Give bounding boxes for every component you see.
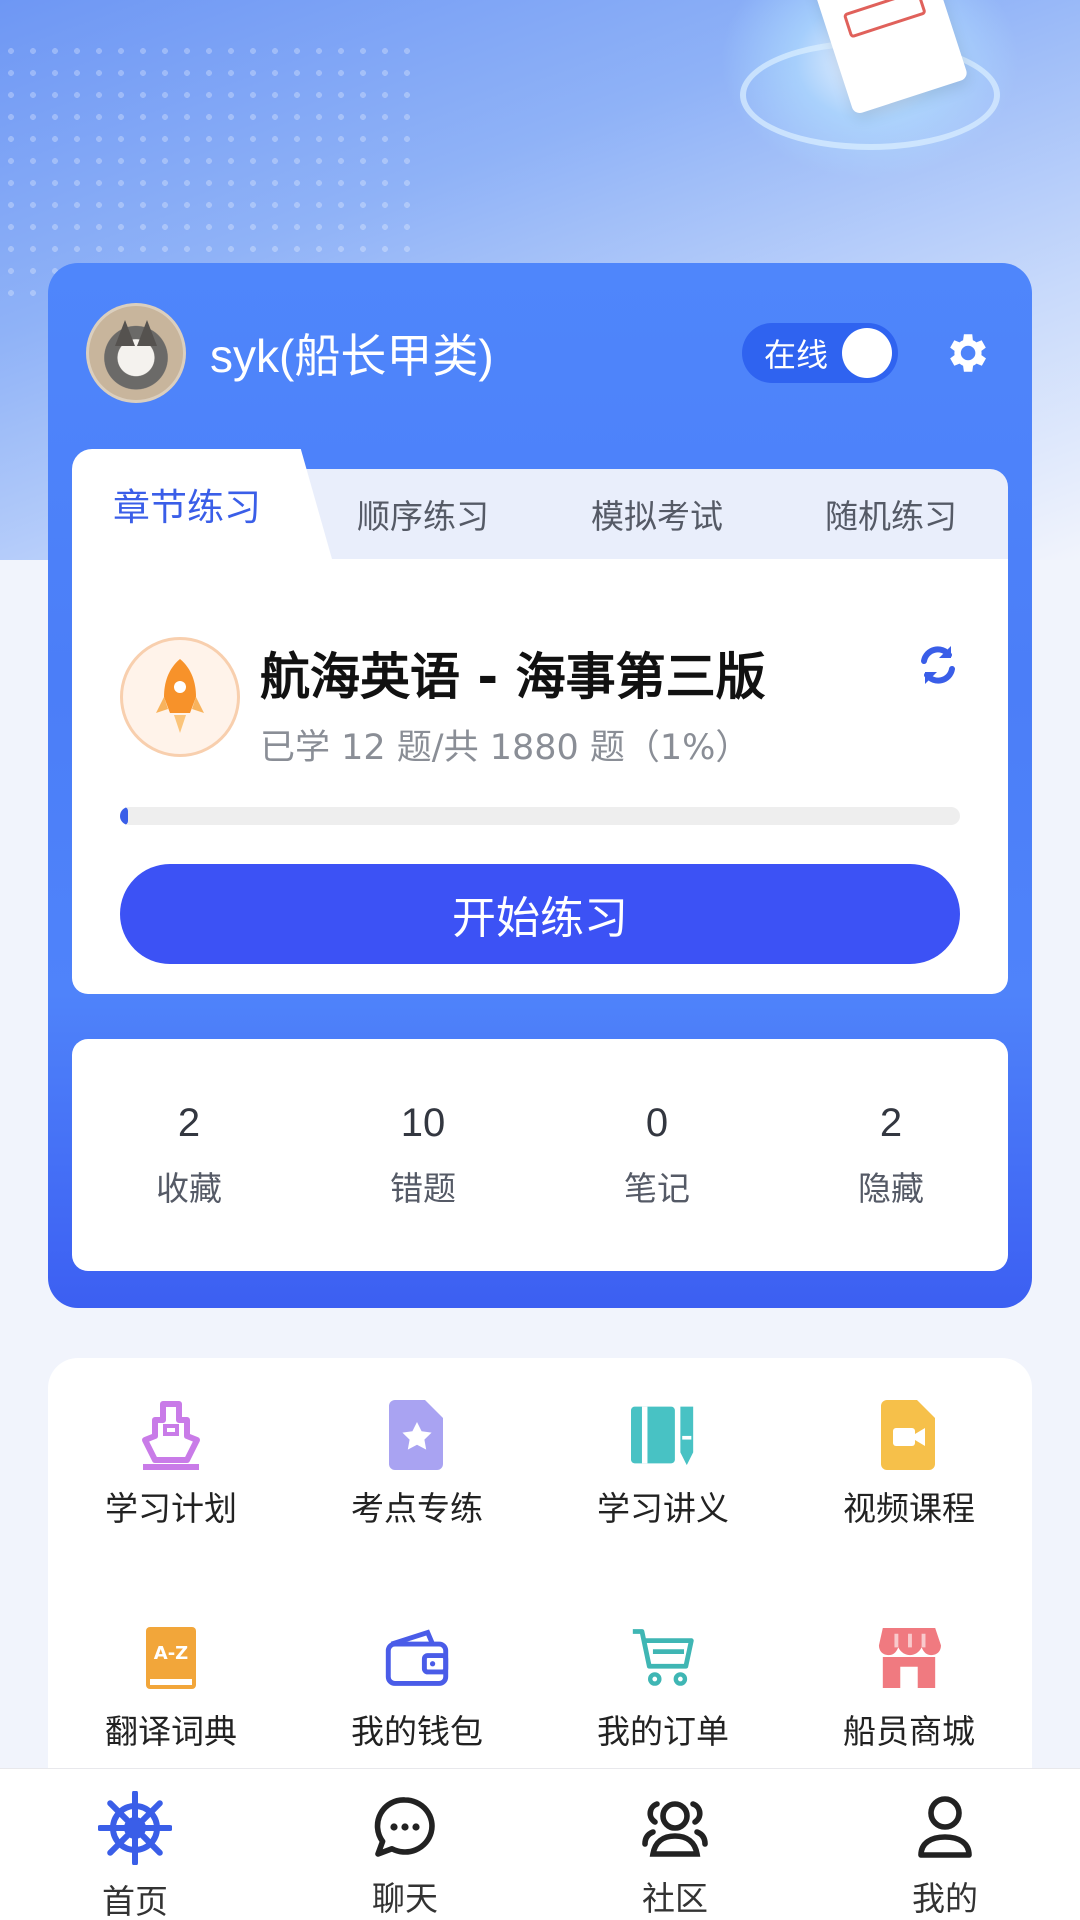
stat-value: 2 — [879, 1100, 903, 1145]
bottom-navigation: 首页 聊天 社区 我的 — [0, 1768, 1080, 1920]
profile-card: syk(船长甲类) 在线 章节练习 顺序练习 模拟考试 随机练习 航海英语 - … — [48, 263, 1032, 1308]
gear-icon — [950, 334, 986, 372]
svg-text:A-Z: A-Z — [154, 1643, 188, 1664]
menu-video-courses[interactable]: 视频课程 — [786, 1400, 1032, 1550]
settings-button[interactable] — [938, 325, 994, 381]
stat-label: 隐藏 — [858, 1168, 924, 1208]
menu-crew-store[interactable]: 船员商城 — [786, 1623, 1032, 1773]
menu-study-notes[interactable]: 学习讲义 — [540, 1400, 786, 1550]
chat-icon — [374, 1796, 435, 1857]
course-progress-fill — [120, 807, 129, 825]
stat-hidden[interactable]: 2 隐藏 — [774, 1039, 1008, 1271]
online-status-toggle[interactable]: 在线 — [742, 323, 898, 383]
cart-icon — [632, 1629, 694, 1686]
dot-pattern — [0, 40, 420, 300]
switch-course-button[interactable] — [914, 641, 962, 689]
stat-favorites[interactable]: 2 收藏 — [72, 1039, 306, 1271]
stat-label: 收藏 — [156, 1168, 222, 1208]
stat-value: 2 — [177, 1100, 201, 1145]
stat-value: 10 — [400, 1100, 446, 1145]
stat-label: 笔记 — [624, 1168, 690, 1208]
menu-label: 我的订单 — [597, 1712, 729, 1751]
stat-notes[interactable]: 0 笔记 — [540, 1039, 774, 1271]
nav-label: 首页 — [102, 1882, 168, 1920]
menu-label: 船员商城 — [843, 1712, 975, 1751]
course-panel: 航海英语 - 海事第三版 已学 12 题/共 1880 题（1%） 开始练习 — [72, 559, 1008, 994]
rocket-icon — [120, 637, 240, 757]
stat-value: 0 — [645, 1100, 669, 1145]
menu-dictionary[interactable]: A-Z 翻译词典 — [48, 1623, 294, 1773]
stats-panel: 2 收藏 10 错题 0 笔记 2 隐藏 — [72, 1039, 1008, 1271]
course-title: 航海英语 - 海事第三版 — [260, 648, 766, 706]
profile-row: syk(船长甲类) 在线 — [86, 303, 994, 403]
tab-chapter-practice[interactable]: 章节练习 — [72, 449, 302, 559]
tab-mock-exam[interactable]: 模拟考试 — [540, 469, 774, 559]
menu-key-points[interactable]: 考点专练 — [294, 1400, 540, 1550]
feature-menu: 学习计划 考点专练 学习讲义 视频课程 A-Z 翻译词典 我的钱包 我的订单 船… — [48, 1358, 1032, 1788]
nav-home[interactable]: 首页 — [0, 1769, 270, 1920]
nav-label: 我的 — [912, 1879, 978, 1918]
menu-label: 翻译词典 — [105, 1712, 237, 1751]
ship-icon — [142, 1401, 200, 1470]
user-icon — [918, 1795, 972, 1858]
course-progress-text: 已学 12 题/共 1880 题（1%） — [260, 728, 751, 768]
menu-study-plan[interactable]: 学习计划 — [48, 1400, 294, 1550]
nav-profile[interactable]: 我的 — [810, 1769, 1080, 1920]
star-file-icon — [389, 1400, 443, 1470]
nav-community[interactable]: 社区 — [540, 1769, 810, 1920]
menu-label: 视频课程 — [843, 1489, 975, 1528]
nav-label: 社区 — [642, 1879, 708, 1918]
menu-label: 我的钱包 — [351, 1712, 483, 1751]
online-status-label: 在线 — [764, 336, 829, 374]
start-practice-button[interactable]: 开始练习 — [120, 864, 960, 964]
stat-label: 错题 — [390, 1168, 456, 1208]
menu-label: 学习计划 — [105, 1489, 237, 1528]
username: syk(船长甲类) — [210, 330, 494, 382]
store-icon — [878, 1627, 941, 1689]
tab-sequential-practice[interactable]: 顺序练习 — [306, 469, 540, 559]
avatar[interactable] — [86, 303, 186, 403]
nav-chat[interactable]: 聊天 — [270, 1769, 540, 1920]
menu-wallet[interactable]: 我的钱包 — [294, 1623, 540, 1773]
refresh-icon — [921, 646, 955, 684]
menu-orders[interactable]: 我的订单 — [540, 1623, 786, 1773]
course-progress-bar — [120, 807, 960, 825]
video-file-icon — [881, 1400, 935, 1470]
practice-panel: 章节练习 顺序练习 模拟考试 随机练习 航海英语 - 海事第三版 已学 12 题… — [72, 449, 1008, 994]
notebook-pen-icon — [631, 1406, 694, 1466]
wallet-icon — [385, 1629, 449, 1686]
menu-label: 考点专练 — [351, 1489, 483, 1528]
dictionary-icon: A-Z — [146, 1627, 196, 1689]
community-icon — [642, 1800, 708, 1857]
stat-mistakes[interactable]: 10 错题 — [306, 1039, 540, 1271]
nav-label: 聊天 — [372, 1879, 438, 1918]
helm-wheel-icon — [98, 1791, 172, 1865]
menu-label: 学习讲义 — [597, 1489, 729, 1528]
tab-random-practice[interactable]: 随机练习 — [774, 469, 1008, 559]
toggle-knob — [842, 328, 892, 378]
